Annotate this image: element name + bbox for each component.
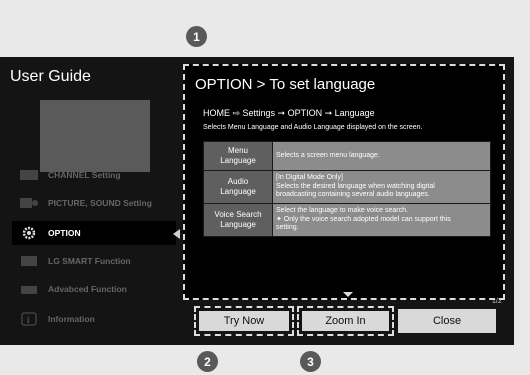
zoom-in-label: Zoom In [302, 311, 389, 331]
option-name: Menu Language [203, 141, 273, 171]
advanced-icon [18, 281, 40, 297]
svg-text:i: i [27, 315, 30, 325]
sidebar-item-picture-sound[interactable]: PICTURE, SOUND Setting [12, 191, 176, 215]
sidebar-item-option[interactable]: OPTION [12, 221, 176, 245]
sidebar-item-label: Information [48, 314, 95, 324]
sidebar-item-label: Advabced Function [48, 284, 127, 294]
language-options-table: Menu Language Selects a screen menu lang… [203, 141, 491, 237]
preview-thumbnail [40, 100, 150, 172]
gear-icon [18, 225, 40, 241]
sidebar-item-channel-setting[interactable]: CHANNEL Setting [12, 163, 176, 187]
sidebar-item-label: CHANNEL Setting [48, 170, 121, 180]
content-panel: OPTION > To set language HOME ⇨ Settings… [183, 64, 505, 300]
page-title: User Guide [10, 68, 91, 85]
try-now-button[interactable]: Try Now [194, 306, 294, 336]
sidebar-item-label: PICTURE, SOUND Setting [48, 198, 152, 208]
sidebar-item-advanced[interactable]: Advabced Function [12, 277, 176, 301]
smart-icon [18, 253, 40, 269]
zoom-in-button[interactable]: Zoom In [297, 306, 394, 336]
option-description: [In Digital Mode Only] Selects the desir… [272, 170, 491, 204]
try-now-label: Try Now [199, 311, 289, 331]
panel-description: Selects Menu Language and Audio Language… [203, 124, 423, 131]
option-name: Voice Search Language [203, 203, 273, 237]
callout-1: 1 [186, 26, 207, 47]
callout-3: 3 [300, 351, 321, 372]
callout-2: 2 [197, 351, 218, 372]
option-description: Select the language to make voice search… [272, 203, 491, 237]
option-name: Audio Language [203, 170, 273, 204]
scroll-down-icon[interactable] [343, 292, 353, 297]
option-description: Selects a screen menu language. [272, 141, 491, 171]
page-indicator: 1/2 [492, 298, 502, 305]
sidebar-item-information[interactable]: i Information [12, 307, 176, 331]
sidebar-item-lg-smart[interactable]: LG SMART Function [12, 249, 176, 273]
panel-title: OPTION > To set language [195, 76, 376, 93]
tv-icon [18, 167, 40, 183]
close-button[interactable]: Close [398, 309, 496, 333]
sidebar-item-label: LG SMART Function [48, 256, 131, 266]
table-row: Menu Language Selects a screen menu lang… [203, 141, 491, 171]
sidebar-item-label: OPTION [48, 228, 81, 238]
breadcrumb: HOME ⇨ Settings ➞ OPTION ➞ Language [203, 108, 375, 118]
picture-sound-icon [18, 195, 40, 211]
selection-arrow-icon [173, 229, 180, 239]
table-row: Audio Language [In Digital Mode Only] Se… [203, 170, 491, 204]
table-row: Voice Search Language Select the languag… [203, 203, 491, 237]
info-icon: i [18, 311, 40, 327]
